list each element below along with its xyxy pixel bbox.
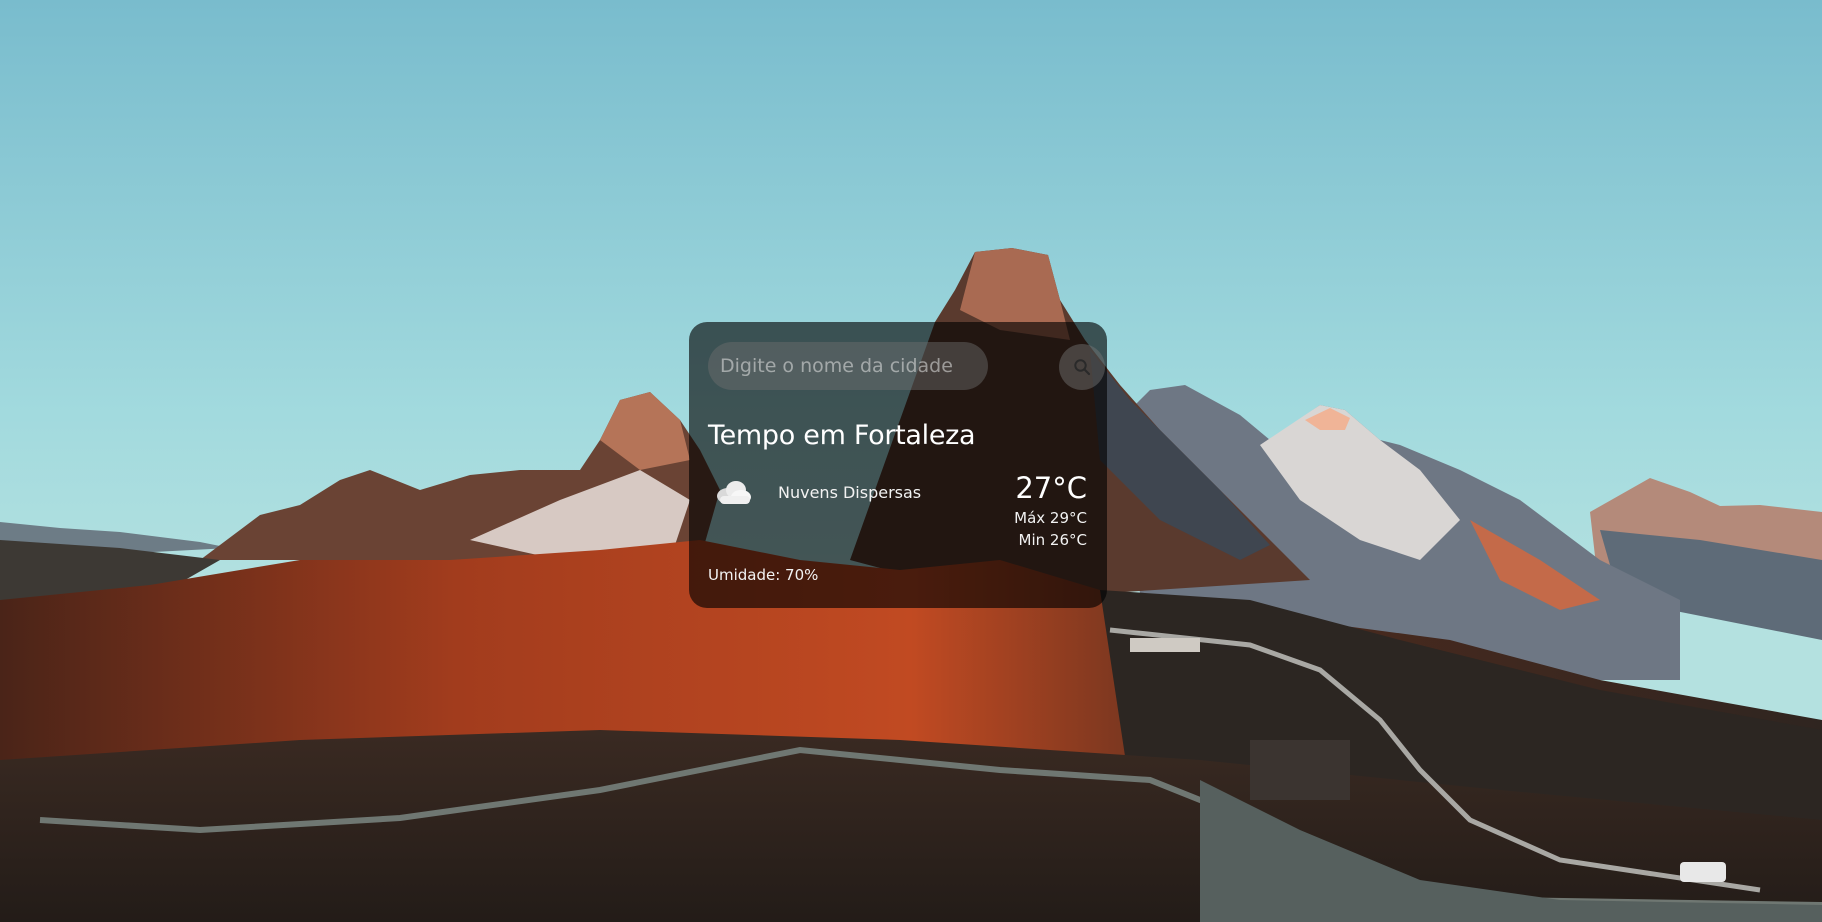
weather-description: Nuvens Dispersas <box>778 483 922 502</box>
city-title: Tempo em Fortaleza <box>708 420 976 451</box>
city-search-input[interactable] <box>708 342 988 390</box>
search-bar <box>708 342 1105 392</box>
current-temperature: 27°C <box>1015 471 1087 505</box>
min-temperature: Min 26°C <box>1018 531 1087 549</box>
cloud-icon <box>714 479 752 505</box>
humidity: Umidade: 70% <box>708 566 819 584</box>
max-temperature: Máx 29°C <box>1014 509 1087 527</box>
search-button[interactable] <box>1059 344 1105 390</box>
weather-summary: Nuvens Dispersas 27°C Máx 29°C Min 26°C <box>708 469 1087 551</box>
search-icon <box>1073 358 1091 376</box>
weather-card: Tempo em Fortaleza Nuvens Dispersas 27°C… <box>689 322 1107 608</box>
